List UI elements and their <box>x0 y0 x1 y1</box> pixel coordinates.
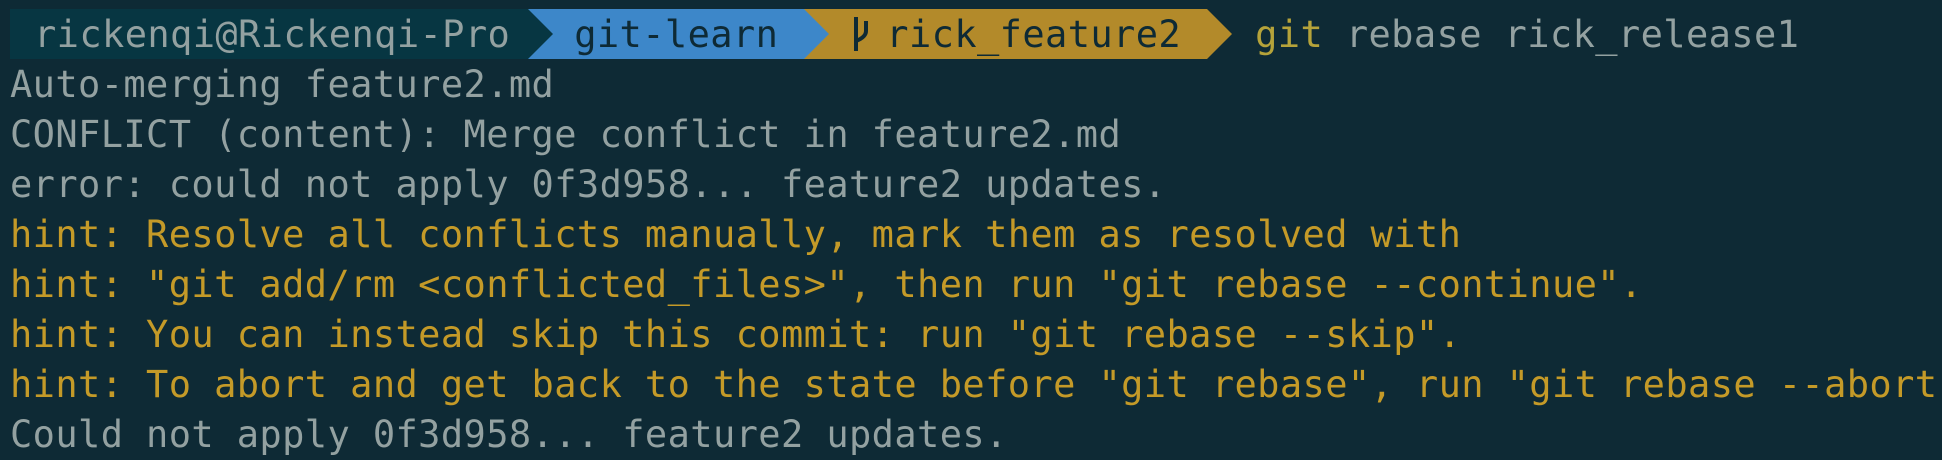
terminal-output: Auto-merging feature2.md CONFLICT (conten… <box>10 60 1942 460</box>
shell-prompt: rickenqi@Rickenqi-Pro git-learn rick_fea… <box>10 9 1799 59</box>
segment-separator-arrow <box>528 9 554 59</box>
segment-separator-arrow <box>804 9 830 59</box>
segment-separator-arrow <box>1207 9 1233 59</box>
prompt-branch: rick_feature2 <box>886 12 1182 56</box>
output-line: Auto-merging feature2.md <box>10 63 555 106</box>
hint-line: hint: "git add/rm <conflicted_files>", t… <box>10 263 1643 306</box>
prompt-branch-segment: rick_feature2 <box>804 9 1233 59</box>
hint-line: hint: To abort and get back to the state… <box>10 363 1942 406</box>
output-line: CONFLICT (content): Merge conflict in fe… <box>10 113 1122 156</box>
command-args: rebase rick_release1 <box>1345 12 1800 56</box>
hint-line: hint: Resolve all conflicts manually, ma… <box>10 213 1462 256</box>
prompt-user-host: rickenqi@Rickenqi-Pro <box>34 12 511 56</box>
git-branch-icon <box>854 17 869 51</box>
output-line: error: could not apply 0f3d958... featur… <box>10 163 1167 206</box>
output-line: Could not apply 0f3d958... feature2 upda… <box>10 413 1008 456</box>
terminal-window[interactable]: rickenqi@Rickenqi-Pro git-learn rick_fea… <box>0 0 1942 458</box>
prompt-directory: git-learn <box>574 12 779 56</box>
prompt-user-host-segment: rickenqi@Rickenqi-Pro <box>10 9 554 59</box>
hint-line: hint: You can instead skip this commit: … <box>10 313 1462 356</box>
command-program: git <box>1255 12 1324 56</box>
prompt-directory-segment: git-learn <box>528 9 830 59</box>
command-line[interactable]: git rebase rick_release1 <box>1255 13 1799 56</box>
